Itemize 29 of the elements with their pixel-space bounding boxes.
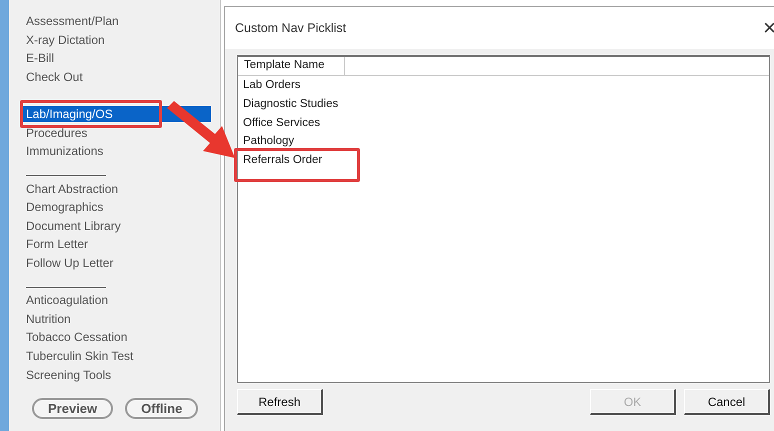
list-item[interactable]: Diagnostic Studies	[243, 98, 338, 110]
sidebar-item[interactable]: Follow Up Letter	[23, 255, 116, 272]
list-item[interactable]: Referrals Order	[243, 154, 322, 166]
list-item[interactable]: Lab Orders	[243, 79, 301, 92]
sidebar-item[interactable]: Immunizations	[23, 143, 106, 160]
sidebar-item[interactable]: Chart Abstraction	[23, 180, 122, 197]
column-header[interactable]: Template Name	[238, 57, 345, 75]
sidebar-item[interactable]: X-ray Dictation	[23, 32, 108, 48]
list-item[interactable]: Office Services	[243, 116, 320, 129]
list-item[interactable]: Pathology	[243, 135, 294, 148]
arrow-icon	[165, 100, 237, 160]
sidebar-item[interactable]: Tuberculin Skin Test	[23, 348, 136, 364]
dialog-button[interactable]: Cancel	[684, 389, 770, 415]
sidebar-item[interactable]: Screening Tools	[23, 366, 114, 383]
sidebar-item[interactable]: Lab/Imaging/OS	[23, 106, 211, 122]
dialog-button[interactable]: Refresh	[237, 389, 323, 415]
sidebar-item[interactable]: Nutrition	[23, 310, 74, 327]
sidebar-button[interactable]: Preview	[32, 398, 114, 419]
sidebar-item[interactable]: Anticoagulation	[23, 292, 112, 308]
sidebar-item[interactable]: Procedures	[23, 124, 90, 141]
sidebar-item[interactable]: Assessment/Plan	[23, 13, 122, 30]
sidebar-item[interactable]: Document Library	[23, 218, 124, 234]
sidebar-item[interactable]: Tobacco Cessation	[23, 329, 130, 346]
sidebar-button[interactable]: Offline	[125, 398, 198, 419]
sidebar-item[interactable]: Form Letter	[23, 236, 92, 252]
window-title: Custom Nav Picklist	[235, 21, 346, 35]
sidebar-item[interactable]: Check Out	[23, 69, 86, 86]
sidebar-item[interactable]: E-Bill	[23, 50, 58, 66]
sidebar-item[interactable]: Demographics	[23, 199, 106, 216]
